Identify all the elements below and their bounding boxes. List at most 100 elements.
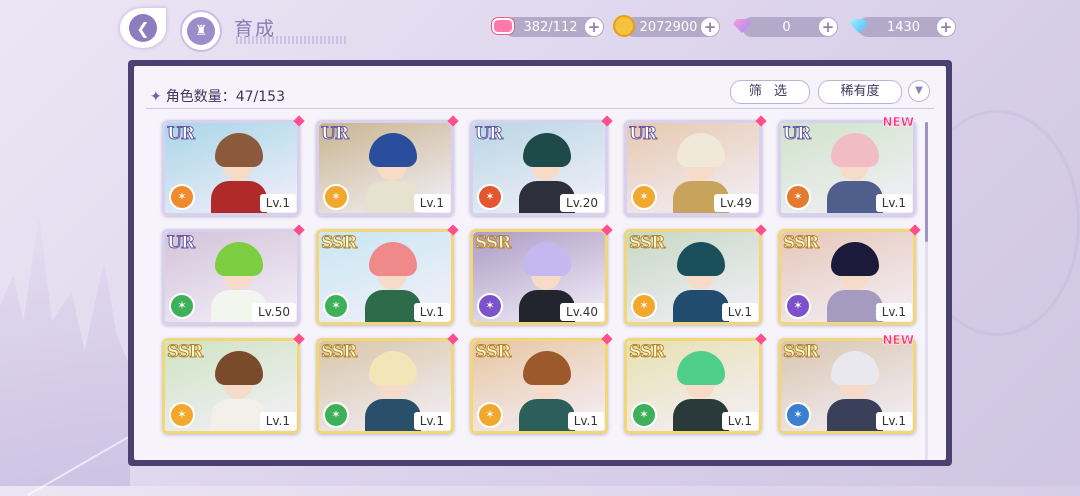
character-figure: [365, 240, 421, 322]
character-figure: [673, 349, 729, 431]
character-card[interactable]: UR ✶ Lv.49: [624, 115, 767, 216]
level-badge: Lv.1: [875, 412, 912, 430]
attribute-icon: ✶: [631, 293, 657, 319]
rarity-label: SSR: [628, 233, 665, 254]
rarity-label: UR: [167, 124, 196, 145]
level-badge: Lv.20: [560, 194, 604, 212]
rarity-label: SSR: [628, 342, 665, 363]
chevron-down-icon: ▼: [915, 85, 923, 96]
character-count-row: ✦ 角色数量：47/153: [150, 86, 285, 106]
rarity-label: SSR: [320, 233, 357, 254]
level-badge: Lv.1: [721, 303, 758, 321]
castle-silhouette: [0, 216, 130, 486]
character-card[interactable]: UR ✶ Lv.1 NEW: [778, 115, 916, 216]
attribute-icon: ✶: [477, 293, 503, 319]
level-badge: Lv.1: [567, 412, 604, 430]
level-badge: Lv.1: [875, 194, 912, 212]
character-figure: [827, 131, 883, 213]
sparkle-icon: ✦: [150, 89, 162, 105]
character-figure: [673, 240, 729, 322]
stamina-resource: 382/112 +: [504, 17, 604, 37]
attribute-icon: ✶: [631, 184, 657, 210]
rarity-label: SSR: [782, 233, 819, 254]
paid-gem-resource: 0 +: [742, 17, 838, 37]
level-badge: Lv.1: [259, 412, 296, 430]
attribute-icon: ✶: [785, 293, 811, 319]
sort-order-toggle[interactable]: ▼: [908, 80, 930, 102]
blue-diamond-icon: [846, 13, 872, 39]
level-badge: Lv.49: [714, 194, 758, 212]
character-figure: [365, 131, 421, 213]
rarity-label: SSR: [166, 342, 203, 363]
level-badge: Lv.1: [413, 194, 450, 212]
rarity-label: UR: [629, 124, 658, 145]
character-card[interactable]: UR ✶ Lv.50: [162, 224, 305, 325]
attribute-icon: ✶: [169, 293, 195, 319]
attribute-icon: ✶: [477, 184, 503, 210]
character-panel: ✦ 角色数量：47/153 筛 选 稀有度 ▼ UR ✶ Lv.1 UR ✶ Lv.1 UR ✶…: [128, 60, 952, 466]
rarity-label: UR: [475, 124, 504, 145]
character-card[interactable]: SSR ✶ Lv.40: [470, 224, 613, 325]
scrollbar[interactable]: [925, 122, 928, 460]
divider: [146, 108, 934, 109]
character-card[interactable]: UR ✶ Lv.1: [162, 115, 305, 216]
character-card[interactable]: SSR ✶ Lv.1: [316, 333, 459, 434]
filter-button[interactable]: 筛 选: [730, 80, 810, 104]
rarity-label: SSR: [782, 342, 819, 363]
back-button[interactable]: ❮: [120, 8, 166, 48]
add-coins-button[interactable]: +: [701, 18, 719, 36]
rarity-label: SSR: [474, 342, 511, 363]
rarity-label: SSR: [474, 233, 511, 254]
character-count: 角色数量：47/153: [165, 89, 285, 105]
rarity-label: UR: [167, 233, 196, 254]
add-stamina-button[interactable]: +: [585, 18, 603, 36]
character-figure: [519, 349, 575, 431]
add-paid-gems-button[interactable]: +: [819, 18, 837, 36]
character-figure: [827, 349, 883, 431]
scrollbar-thumb[interactable]: [925, 122, 928, 242]
character-card[interactable]: SSR ✶ Lv.1: [624, 224, 767, 325]
character-card[interactable]: SSR ✶ Lv.1: [624, 333, 767, 434]
castle-home-icon: ♜: [187, 17, 215, 45]
title-decoration: [236, 36, 348, 44]
candy-icon: [490, 13, 516, 39]
attribute-icon: ✶: [477, 402, 503, 428]
attribute-icon: ✶: [323, 402, 349, 428]
new-badge: NEW: [882, 333, 914, 348]
new-badge: NEW: [882, 115, 914, 130]
character-card[interactable]: UR ✶ Lv.20: [470, 115, 613, 216]
rarity-sort-button[interactable]: 稀有度: [818, 80, 902, 104]
character-figure: [827, 240, 883, 322]
rarity-label: UR: [783, 124, 812, 145]
level-badge: Lv.40: [560, 303, 604, 321]
attribute-icon: ✶: [169, 184, 195, 210]
character-card[interactable]: SSR ✶ Lv.1: [778, 224, 921, 325]
level-badge: Lv.1: [413, 412, 450, 430]
level-badge: Lv.1: [413, 303, 450, 321]
character-figure: [211, 349, 267, 431]
level-badge: Lv.1: [259, 194, 296, 212]
rarity-label: UR: [321, 124, 350, 145]
add-free-gems-button[interactable]: +: [937, 18, 955, 36]
back-arrow-icon: ❮: [129, 14, 157, 42]
free-gem-resource: 1430 +: [858, 17, 956, 37]
character-card[interactable]: SSR ✶ Lv.1: [316, 224, 459, 325]
rarity-label: SSR: [320, 342, 357, 363]
stamina-value: 382/112: [523, 19, 578, 35]
attribute-icon: ✶: [631, 402, 657, 428]
attribute-icon: ✶: [323, 293, 349, 319]
character-card[interactable]: SSR ✶ Lv.1 NEW: [778, 333, 916, 434]
character-card[interactable]: SSR ✶ Lv.1: [470, 333, 613, 434]
character-card[interactable]: SSR ✶ Lv.1: [162, 333, 305, 434]
character-card[interactable]: UR ✶ Lv.1: [316, 115, 459, 216]
attribute-icon: ✶: [169, 402, 195, 428]
attribute-icon: ✶: [785, 402, 811, 428]
coin-icon: [611, 13, 637, 39]
level-badge: Lv.50: [252, 303, 296, 321]
character-panel-inner: ✦ 角色数量：47/153 筛 选 稀有度 ▼ UR ✶ Lv.1 UR ✶ Lv.1 UR ✶…: [134, 66, 946, 460]
level-badge: Lv.1: [875, 303, 912, 321]
level-badge: Lv.1: [721, 412, 758, 430]
coin-resource: 2072900 +: [624, 17, 720, 37]
character-figure: [211, 131, 267, 213]
home-button[interactable]: ♜: [180, 10, 222, 52]
